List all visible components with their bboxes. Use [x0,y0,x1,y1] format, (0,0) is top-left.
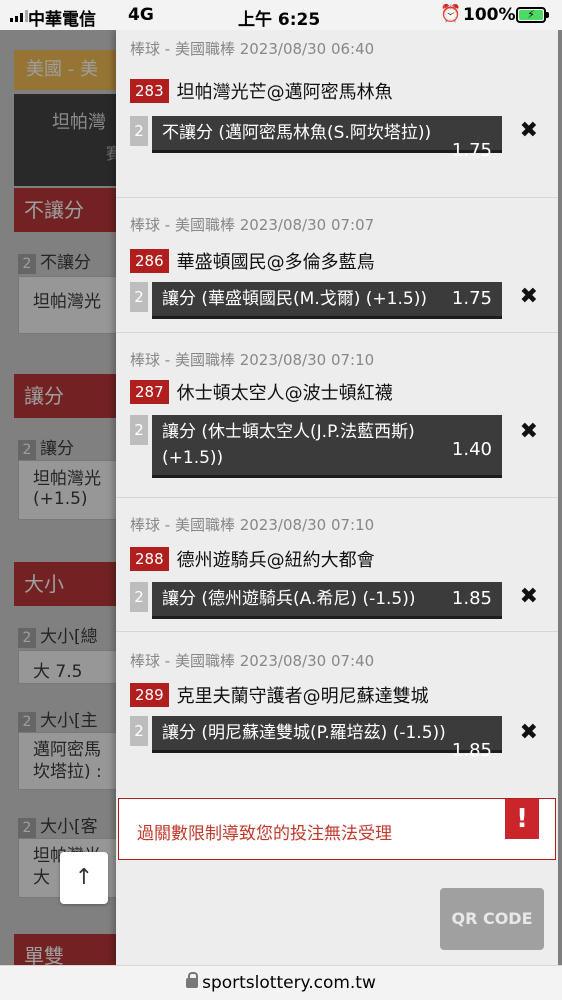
bet-odds: 1.40 [451,439,492,460]
game-number: 288 [130,547,169,571]
close-icon[interactable]: ✖ [520,720,538,745]
bet-selection-row: 2 不讓分 (邁阿密馬林魚(S.阿坎塔拉)) 1.75 [130,116,502,161]
alarm-icon: ⏰ [440,4,462,24]
game-name: 德州遊騎兵@紐約大都會 [176,550,375,571]
game-name: 華盛頓國民@多倫多藍鳥 [176,252,375,273]
game-number: 283 [130,79,169,103]
bet-selection[interactable]: 讓分 (德州遊騎兵(A.希尼) (-1.5)) 1.85 [152,582,502,619]
game-name: 克里夫蘭守護者@明尼蘇達雙城 [176,686,429,707]
bet-selection[interactable]: 讓分 (華盛頓國民(M.戈爾) (+1.5)) 1.75 [152,282,502,319]
battery-percent: 100% [463,5,516,25]
scroll-to-top-button[interactable]: ↑ [60,852,108,904]
bet-game: 283 坦帕灣光芒@邁阿密馬林魚 [130,78,393,104]
close-icon[interactable]: ✖ [520,584,538,609]
error-banner: 過關數限制導致您的投注無法受理 ! [118,798,556,860]
bet-selection[interactable]: 讓分 (休士頓太空人(J.P.法藍西斯) (+1.5)) 1.40 [152,415,502,478]
bet-selection-row: 2 讓分 (德州遊騎兵(A.希尼) (-1.5)) 1.85 [130,582,502,619]
bet-item: 棒球 - 美國職棒 2023/08/30 07:07 286 華盛頓國民@多倫多藍… [116,198,558,333]
bet-selection-row: 2 讓分 (休士頓太空人(J.P.法藍西斯) (+1.5)) 1.40 [130,415,502,478]
game-number: 287 [130,380,169,404]
bet-game: 288 德州遊騎兵@紐約大都會 [130,546,375,572]
bet-item: 棒球 - 美國職棒 2023/08/30 07:10 287 休士頓太空人@波士頓… [116,333,558,498]
error-message: 過關數限制導致您的投注無法受理 [137,824,392,844]
url-bar[interactable]: sportslottery.com.tw [0,965,562,1000]
game-number: 289 [130,683,169,707]
clock: 上午 6:25 [238,10,321,30]
close-icon[interactable]: ✖ [520,419,538,444]
close-icon[interactable]: ✖ [520,284,538,309]
bet-item: 棒球 - 美國職棒 2023/08/30 07:40 289 克里夫蘭守護者@明尼… [116,632,558,792]
signal-icon [10,10,28,22]
bet-meta: 棒球 - 美國職棒 2023/08/30 06:40 [130,40,375,58]
network-type: 4G [128,5,154,25]
bet-meta: 棒球 - 美國職棒 2023/08/30 07:40 [130,652,375,670]
bet-selection-row: 2 讓分 (明尼蘇達雙城(P.羅培茲) (-1.5)) 1.85 [130,716,502,761]
bet-selection[interactable]: 不讓分 (邁阿密馬林魚(S.阿坎塔拉)) 1.75 [152,116,502,161]
bet-meta: 棒球 - 美國職棒 2023/08/30 07:07 [130,216,375,234]
bet-game: 287 休士頓太空人@波士頓紅襪 [130,379,393,405]
bet-game: 289 克里夫蘭守護者@明尼蘇達雙城 [130,682,429,708]
carrier-name: 中華電信 [28,10,96,30]
bet-meta: 棒球 - 美國職棒 2023/08/30 07:10 [130,351,375,369]
lock-icon [186,972,199,988]
bet-odds: 1.75 [451,288,492,309]
bet-slip-panel: 棒球 - 美國職棒 2023/08/30 06:40 283 坦帕灣光芒@邁阿密馬… [116,30,558,965]
line-number: 2 [130,716,148,746]
bet-odds: 1.85 [451,588,492,609]
bet-selection-row: 2 讓分 (華盛頓國民(M.戈爾) (+1.5)) 1.75 [130,282,502,319]
close-icon[interactable]: ✖ [520,118,538,143]
bet-game: 286 華盛頓國民@多倫多藍鳥 [130,248,375,274]
bet-item: 棒球 - 美國職棒 2023/08/30 07:10 288 德州遊騎兵@紐約大都… [116,498,558,632]
url-text: sportslottery.com.tw [202,973,376,993]
game-number: 286 [130,249,169,273]
line-number: 2 [130,282,148,312]
game-name: 休士頓太空人@波士頓紅襪 [176,383,393,404]
battery-icon: ⚡ [516,7,549,23]
status-bar: 中華電信 4G 上午 6:25 ⏰ 100% ⚡ [0,0,562,30]
bet-odds: 1.85 [451,740,492,761]
bet-odds: 1.75 [451,140,492,161]
warning-icon: ! [505,799,539,839]
line-number: 2 [130,116,148,146]
line-number: 2 [130,415,148,445]
line-number: 2 [130,582,148,612]
bet-selection[interactable]: 讓分 (明尼蘇達雙城(P.羅培茲) (-1.5)) 1.85 [152,716,502,761]
qr-code-button[interactable]: QR CODE [440,888,544,950]
bet-item: 棒球 - 美國職棒 2023/08/30 06:40 283 坦帕灣光芒@邁阿密馬… [116,30,558,198]
game-name: 坦帕灣光芒@邁阿密馬林魚 [176,82,393,103]
bet-meta: 棒球 - 美國職棒 2023/08/30 07:10 [130,516,375,534]
